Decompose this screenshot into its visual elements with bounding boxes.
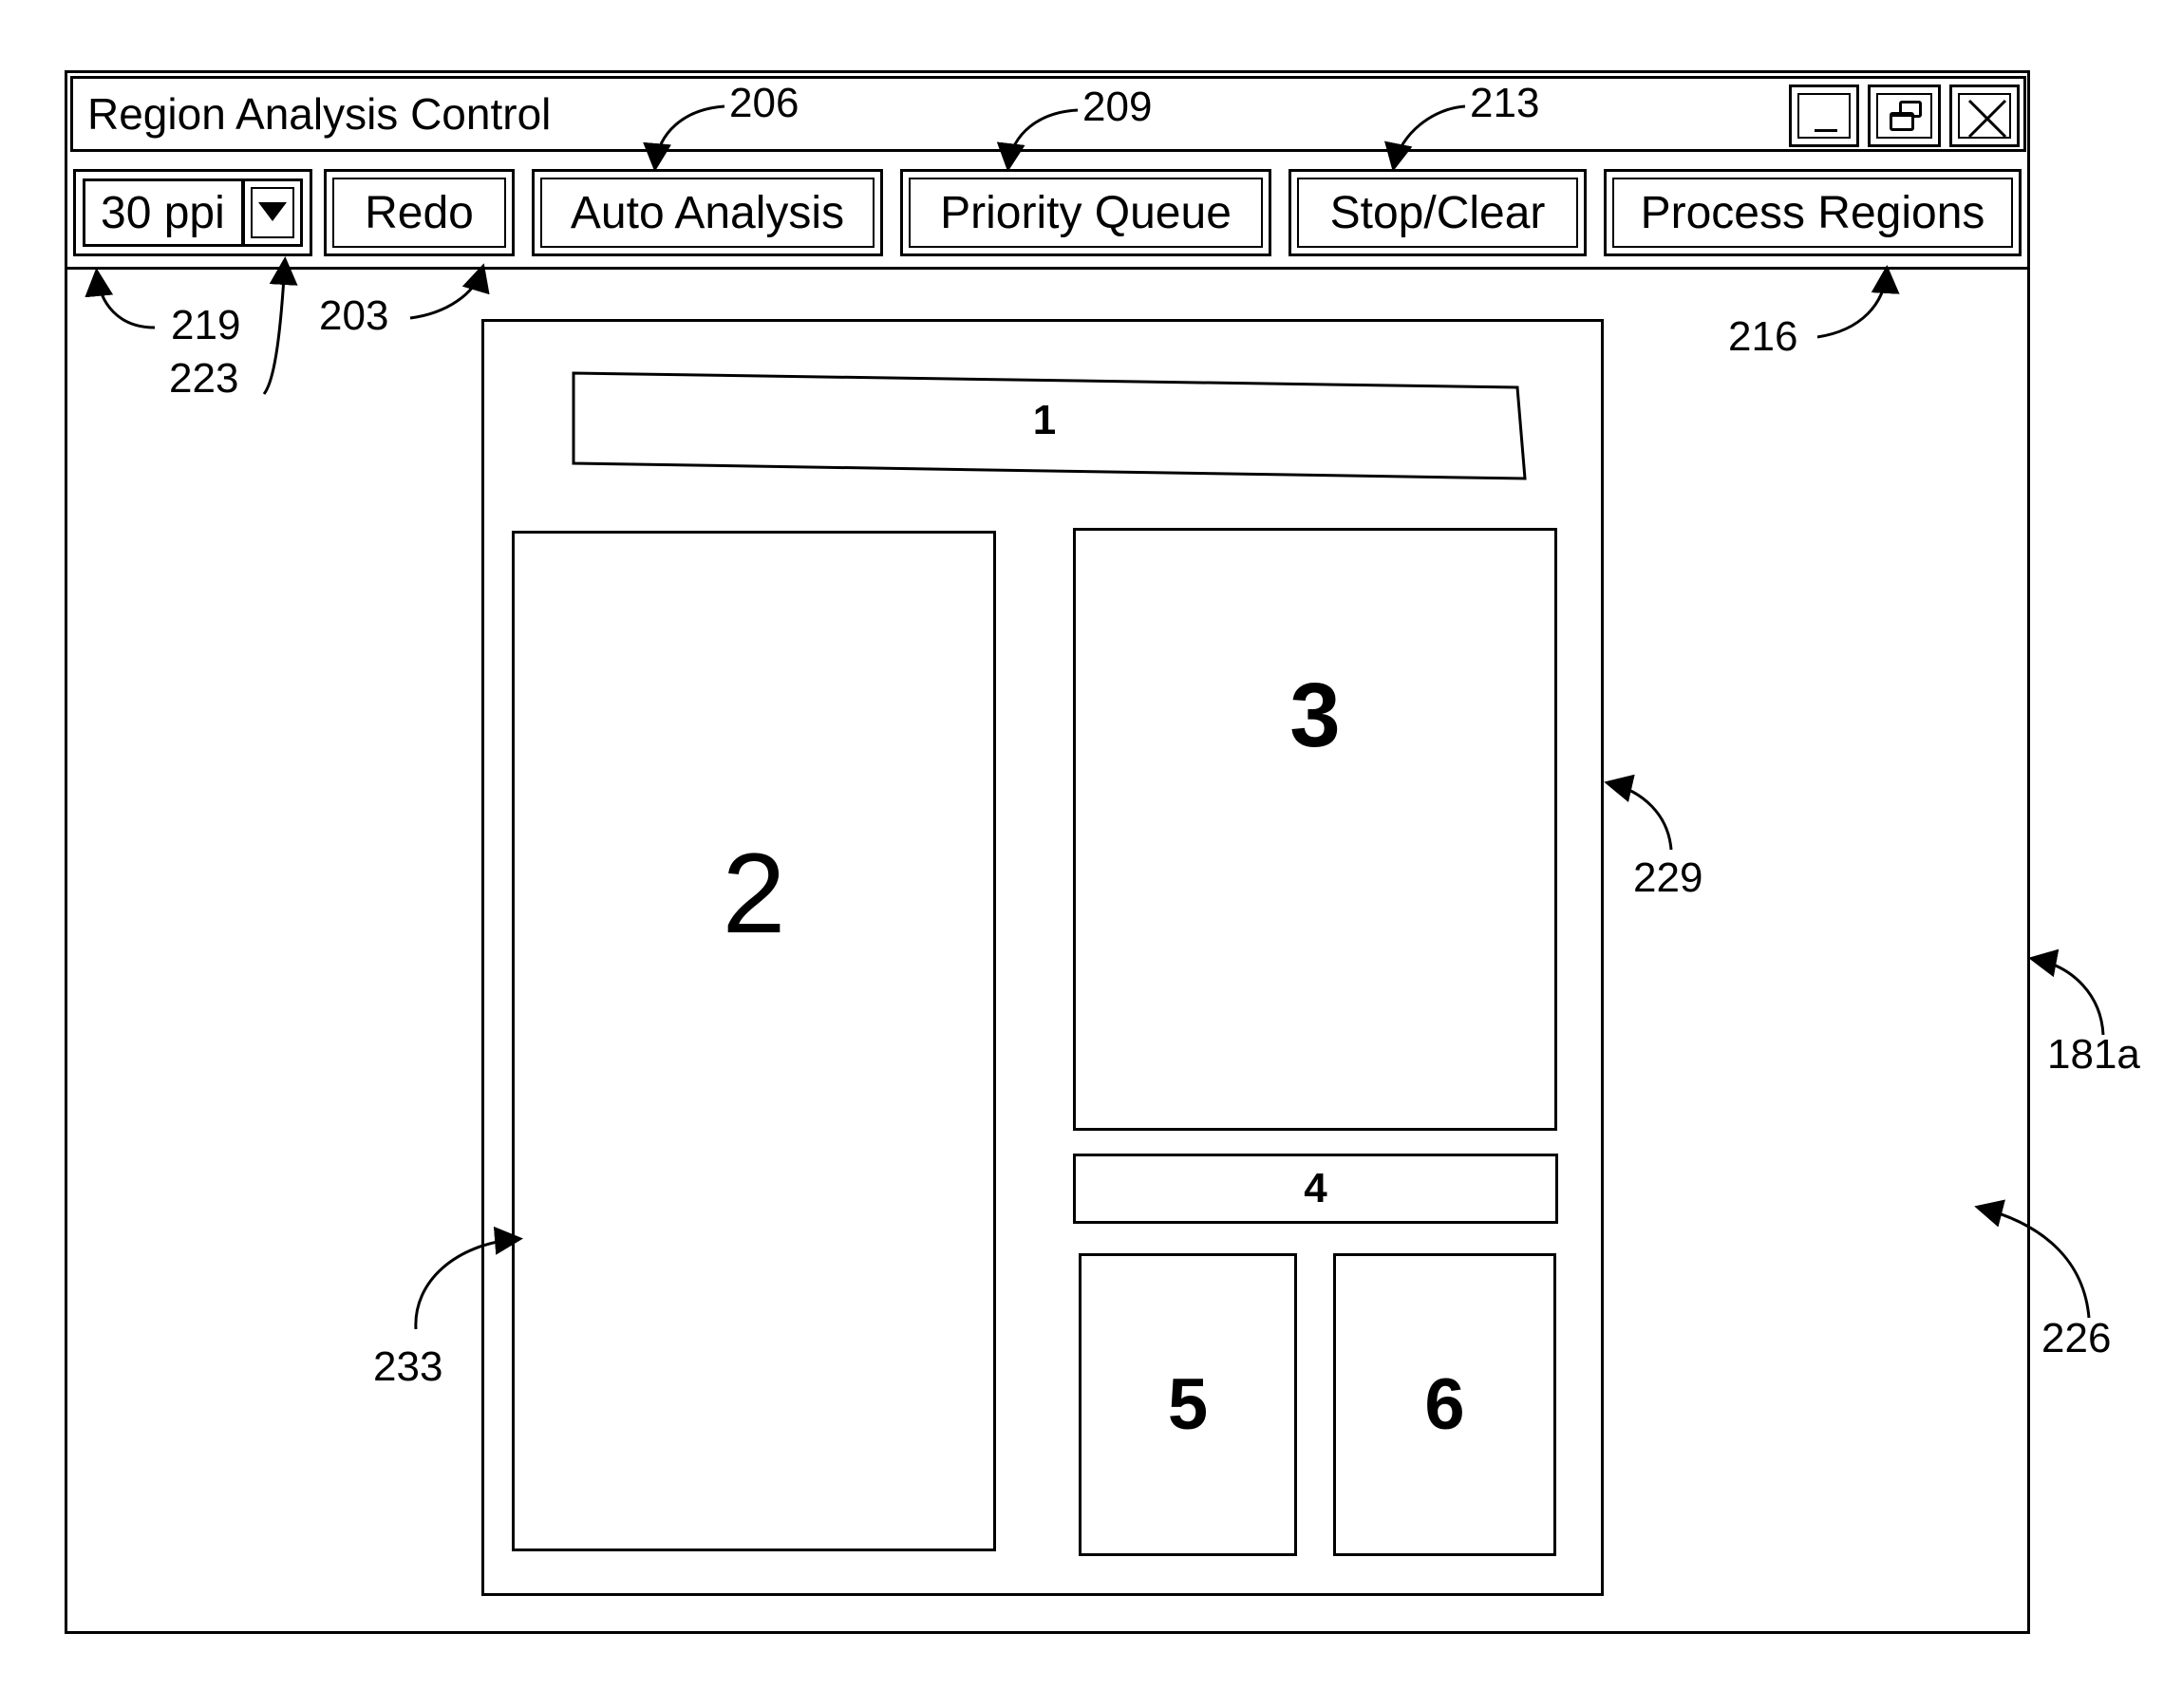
- callout-216: 216: [1728, 313, 1798, 360]
- region-1-label: 1: [1032, 397, 1057, 443]
- resolution-dropdown-button[interactable]: [242, 178, 303, 247]
- region-3-label: 3: [1289, 665, 1341, 766]
- callout-219: 219: [171, 302, 241, 348]
- triangle-down-icon: [258, 202, 287, 221]
- minimize-button[interactable]: [1789, 84, 1859, 147]
- resolution-value[interactable]: 30 ppi: [83, 178, 244, 247]
- callout-223: 223: [169, 355, 239, 402]
- region-3[interactable]: 3: [1073, 528, 1557, 1131]
- restore-icon: [1890, 101, 1924, 135]
- callout-226: 226: [2041, 1315, 2112, 1361]
- toolbar-divider: [65, 267, 2030, 270]
- minimize-icon: [1815, 129, 1837, 132]
- region-2[interactable]: 2: [512, 531, 996, 1551]
- close-icon: [1967, 99, 2007, 139]
- leader-181a: [2028, 948, 2105, 1036]
- restore-button[interactable]: [1868, 84, 1941, 147]
- process-regions-button[interactable]: Process Regions: [1604, 169, 2022, 256]
- callout-233: 233: [373, 1343, 443, 1390]
- region-4[interactable]: 4: [1073, 1154, 1558, 1224]
- priority-queue-button[interactable]: Priority Queue: [900, 169, 1271, 256]
- redo-button[interactable]: Redo: [324, 169, 515, 256]
- close-button[interactable]: [1949, 84, 2020, 147]
- callout-229: 229: [1633, 854, 1703, 901]
- callout-209: 209: [1082, 84, 1153, 130]
- callout-213: 213: [1470, 80, 1540, 126]
- window-title: Region Analysis Control: [87, 89, 552, 139]
- region-5-label: 5: [1167, 1364, 1209, 1445]
- region-2-label: 2: [722, 830, 786, 957]
- callout-181a: 181a: [2047, 1031, 2140, 1078]
- region-6-label: 6: [1424, 1364, 1465, 1445]
- callout-206: 206: [729, 80, 799, 126]
- auto-analysis-button[interactable]: Auto Analysis: [532, 169, 883, 256]
- stop-clear-button[interactable]: Stop/Clear: [1289, 169, 1587, 256]
- callout-203: 203: [319, 292, 389, 339]
- region-4-label: 4: [1304, 1165, 1327, 1211]
- region-6[interactable]: 6: [1333, 1253, 1556, 1556]
- region-5[interactable]: 5: [1079, 1253, 1297, 1556]
